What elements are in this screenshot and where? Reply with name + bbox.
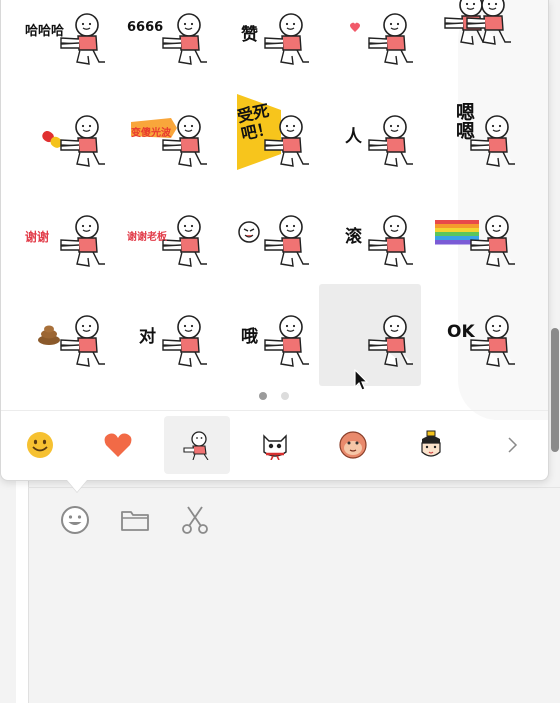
next-tabs-button[interactable]: [497, 416, 527, 474]
sticker-item[interactable]: 人: [319, 84, 421, 186]
boy-icon: [421, 430, 441, 457]
scrollbar[interactable]: [551, 328, 559, 452]
sticker-item[interactable]: 对: [113, 284, 215, 386]
sticker-item[interactable]: 6666: [113, 0, 215, 84]
sticker-panel: 哈哈哈 6666 赞 变傻光波 受死吧！ 人 嗯嗯 谢谢 谢谢老板 滚 对 哦 …: [0, 0, 559, 481]
stickman-tab[interactable]: [164, 416, 230, 474]
sticker-item[interactable]: OK: [421, 284, 523, 386]
stickman-sticker-icon: [162, 315, 207, 367]
stickman-sticker-icon: [42, 115, 105, 167]
sticker-text-label: 嗯嗯: [453, 102, 475, 140]
stickman-sticker-icon: [368, 215, 413, 267]
heart-icon: [104, 433, 132, 457]
monkey-icon: [339, 431, 367, 459]
sticker-text-label: 6666: [127, 20, 164, 35]
sticker-item[interactable]: [215, 184, 317, 286]
stickman-sticker-icon: [368, 315, 413, 367]
stickman-sticker-icon: [264, 315, 309, 367]
page-dot[interactable]: [259, 392, 267, 400]
input-area-divider: [28, 487, 560, 488]
folder-icon: [121, 511, 149, 531]
stickman-sticker-icon: [435, 215, 515, 267]
smiley-icon: [27, 432, 53, 458]
left-panel-edge: [16, 470, 28, 703]
stickman-sticker-icon: [38, 315, 105, 367]
sticker-item[interactable]: 变傻光波: [113, 84, 215, 186]
stickman-sticker-icon: [368, 115, 413, 167]
heart-tab[interactable]: [85, 416, 151, 474]
stickman-sticker-icon: [238, 215, 309, 267]
chevron-right-icon: [508, 437, 518, 453]
sticker-text-label: 谢谢老板: [127, 232, 167, 243]
file-button[interactable]: [116, 501, 154, 539]
sticker-item[interactable]: 赞: [215, 0, 317, 84]
sticker-item[interactable]: 滚: [319, 184, 421, 286]
mouse-cursor-icon: [354, 369, 369, 391]
sticker-text-label: 谢谢: [25, 230, 50, 244]
monkey-tab[interactable]: [320, 416, 386, 474]
stickman-sticker-icon: [350, 13, 413, 65]
sticker-item[interactable]: [421, 0, 523, 84]
sticker-item[interactable]: 受死吧！: [215, 84, 317, 186]
sticker-item[interactable]: [421, 184, 523, 286]
input-toolbar: [56, 500, 214, 540]
stickman-icon: [183, 431, 209, 460]
sticker-item[interactable]: [319, 284, 421, 386]
popup-pointer: [67, 480, 87, 492]
sticker-item[interactable]: [11, 84, 113, 186]
emoji-button[interactable]: [56, 501, 94, 539]
tab-divider: [1, 410, 548, 411]
cat-icon: [263, 434, 287, 460]
sticker-item[interactable]: 嗯嗯: [421, 84, 523, 186]
stickman-sticker-icon: [444, 0, 511, 45]
sticker-item[interactable]: [319, 0, 421, 84]
smiley-outline-icon: [61, 506, 89, 534]
sticker-item[interactable]: 哦: [215, 284, 317, 386]
sticker-grid: 哈哈哈 6666 赞 变傻光波 受死吧！ 人 嗯嗯 谢谢 谢谢老板 滚 对 哦 …: [9, 0, 519, 390]
sticker-text-label: 人: [345, 127, 362, 147]
page-indicator: [259, 392, 289, 400]
vertical-divider: [28, 470, 29, 703]
smiley-tab[interactable]: [7, 416, 73, 474]
page-dot[interactable]: [281, 392, 289, 400]
scissors-icon: [182, 506, 208, 534]
sticker-item[interactable]: 哈哈哈: [11, 0, 113, 84]
sticker-item[interactable]: [11, 284, 113, 386]
sticker-text-label: 对: [139, 327, 156, 347]
sticker-item[interactable]: 谢谢老板: [113, 184, 215, 286]
sticker-text-label: 哈哈哈: [25, 24, 65, 39]
sticker-text-label: 滚: [345, 227, 362, 247]
sticker-tabs: [1, 416, 548, 476]
sticker-text-label: 赞: [241, 25, 258, 45]
sticker-text-label: OK: [447, 322, 475, 342]
screenshot-button[interactable]: [176, 501, 214, 539]
sticker-text-label: 变傻光波: [131, 128, 171, 139]
cat-tab[interactable]: [242, 416, 308, 474]
stickman-sticker-icon: [162, 13, 207, 65]
stickman-sticker-icon: [264, 13, 309, 65]
sticker-item[interactable]: 谢谢: [11, 184, 113, 286]
sticker-text-label: 哦: [241, 327, 258, 347]
stickman-sticker-icon: [60, 13, 105, 65]
boy-tab[interactable]: [398, 416, 464, 474]
